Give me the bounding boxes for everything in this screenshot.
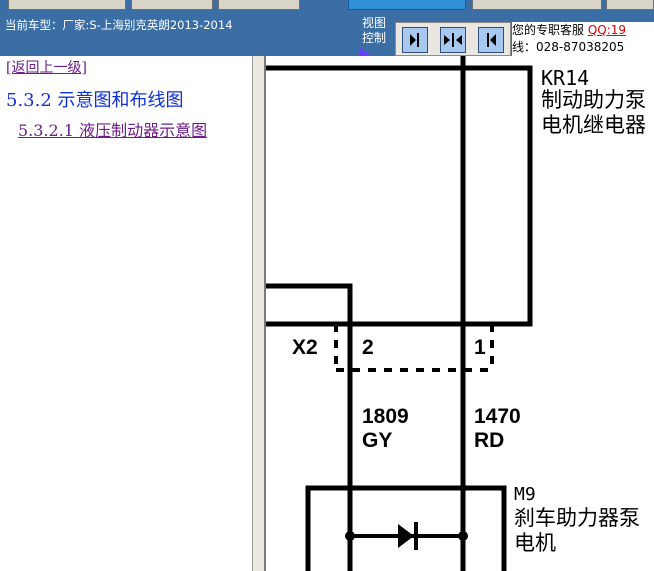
view-control-label: 视图控制 [361,16,386,45]
pin-label: 2 [362,336,374,359]
diode-symbol [398,524,414,548]
toolbar-button[interactable] [606,0,654,10]
junction-dot [345,531,355,541]
current-vehicle-model: 当前车型：厂家:S-上海别克英朗2013-2014 [5,18,233,32]
subsection-link[interactable]: 5.3.2.1 液压制动器示意图 [6,120,242,142]
wire-label-left: 1809 GY [362,405,409,453]
toolbar-button-active[interactable] [348,0,466,10]
wire-circuit-number: 1809 [362,405,409,428]
toolbar-button[interactable] [218,0,300,10]
relay-id: KR14 [541,66,590,90]
toolbar-button[interactable] [131,0,213,10]
view-marker-icon [360,48,372,56]
toolbar-button[interactable] [8,0,126,10]
view-control-bar [395,22,511,56]
motor-name: 刹车助力器泵电机 [514,506,640,555]
pin-label: 1 [474,336,486,359]
panel-splitter[interactable] [252,56,266,571]
section-title[interactable]: 5.3.2 示意图和布线图 [6,86,184,112]
service-label: 您的专职客服 [512,23,585,37]
arrows-inward-icon[interactable] [440,27,466,53]
wire-label-right: 1470 RD [474,405,521,453]
service-qq-link[interactable]: QQ:19 [588,23,626,37]
nav-panel: [返回上一级] 5.3.2 示意图和布线图 5.3.2.1 液压制动器示意图 [0,56,252,571]
top-toolbar: 当前车型：厂家:S-上海别克英朗2013-2014 视图控制 您的专职客服 QQ… [0,0,654,56]
motor-id: M9 [514,484,536,505]
motor-box-outline [305,485,507,571]
connector-id: X2 [292,336,318,359]
wire-color: GY [362,429,393,452]
wire-circuit-number: 1470 [474,405,521,428]
back-link[interactable]: [返回上一级] [6,57,87,77]
toolbar-button[interactable] [472,0,602,10]
relay-inner-block [266,283,353,324]
arrow-right-to-bar-icon[interactable] [402,27,428,53]
service-phone: 线：028-87038205 [512,40,625,54]
wire-color: RD [474,429,505,452]
arrow-left-from-bar-icon[interactable] [478,27,504,53]
customer-service-info: 您的专职客服 QQ:19 线：028-87038205 [512,22,654,56]
junction-dot [458,531,468,541]
relay-name: 制动助力泵电机继电器 [541,88,646,137]
wiring-diagram: KR14 制动助力泵电机继电器 X2 2 1 1809 GY 1470 RD M… [266,56,654,571]
